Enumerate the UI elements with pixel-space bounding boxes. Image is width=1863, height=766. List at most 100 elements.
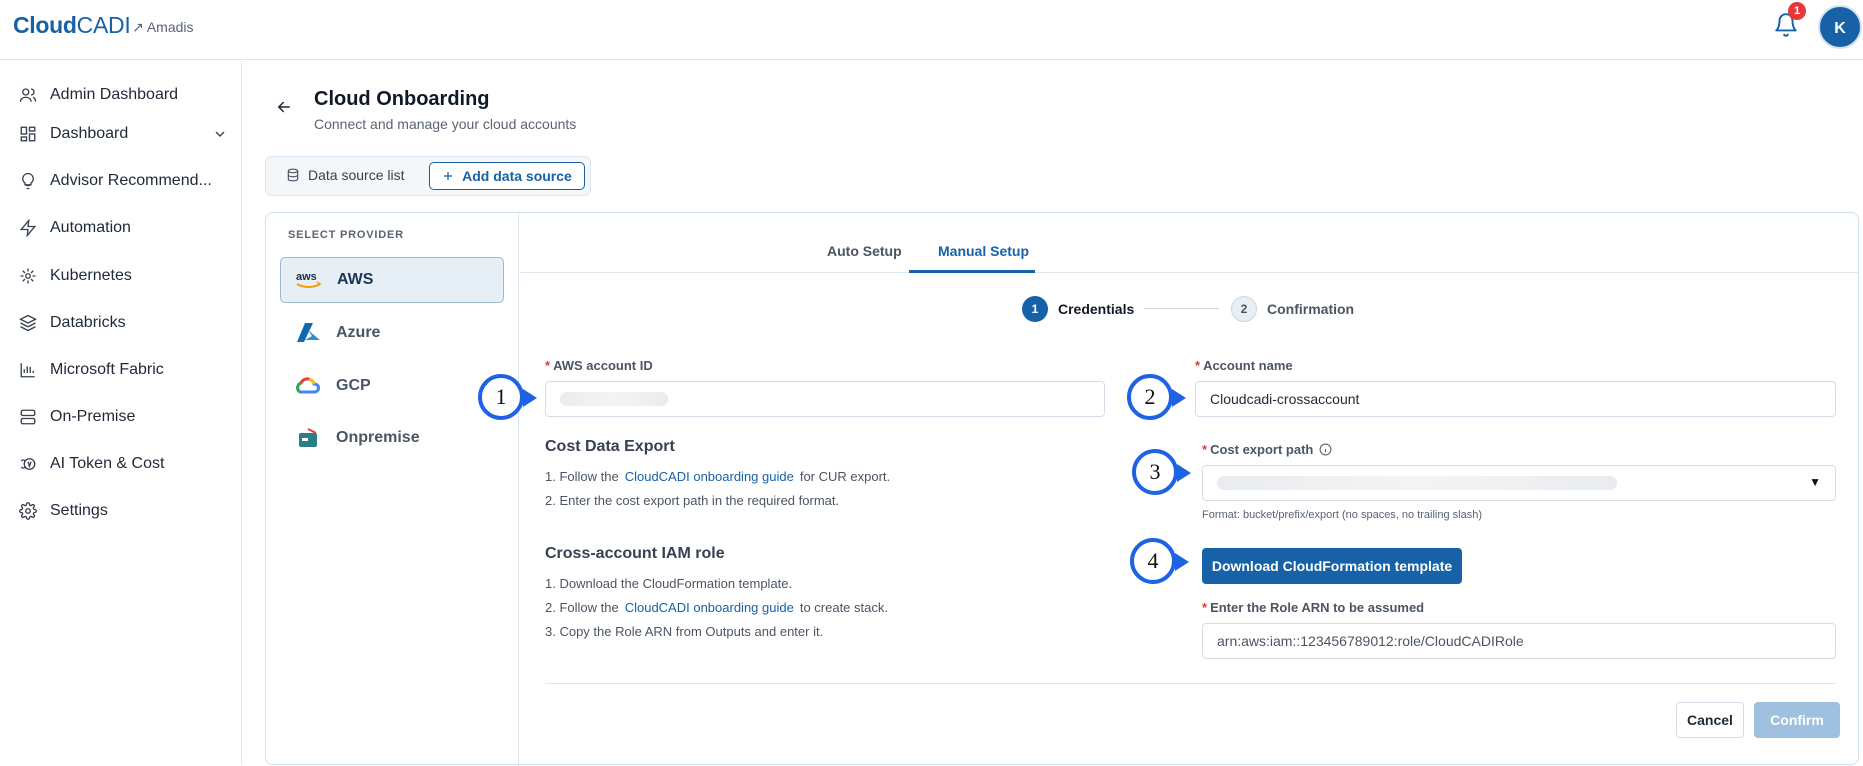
back-arrow-icon[interactable] [275,98,293,116]
list-item: 3. Copy the Role ARN from Outputs and en… [545,624,824,639]
data-source-tabs: Data source list Add data source [265,156,591,196]
list-item: 1. Follow the CloudCADI onboarding guide f… [545,469,891,484]
cost-export-path-select[interactable]: ▼ [1202,465,1836,501]
callout-arrow [1177,464,1191,482]
sidebar-item-label: Settings [50,502,108,519]
provider-label: Onpremise [336,429,420,446]
onboarding-panel: SELECT PROVIDER aws AWS Azure GCP Onprem… [265,212,1859,766]
provider-aws[interactable]: aws AWS [280,257,504,303]
data-source-list-label: Data source list [308,167,405,183]
top-bar: CloudCADI ↗ Amadis 1 K [0,0,1863,60]
bar-chart-icon [18,360,38,380]
sidebar-item-label: Microsoft Fabric [50,361,164,378]
callout-arrow [1175,553,1189,571]
account-name-label: * Account name [1195,358,1293,373]
dropdown-caret-icon[interactable]: ▼ [1809,475,1821,489]
provider-label: GCP [336,377,371,394]
step-credentials: 1 Credentials [1022,296,1134,322]
sidebar-item-kubernetes[interactable]: Kubernetes [18,264,228,288]
brand-logo[interactable]: CloudCADI [13,12,131,39]
list-item: 2. Enter the cost export path in the req… [545,493,840,508]
onboarding-guide-link[interactable]: CloudCADI onboarding guide [625,600,794,615]
cost-data-export-steps: 1. Follow the CloudCADI onboarding guide f… [545,469,890,517]
tab-auto-setup[interactable]: Auto Setup [827,243,902,259]
provider-gcp[interactable]: GCP [280,363,504,409]
sidebar: Admin Dashboard Dashboard Advisor Recomm… [0,61,242,765]
step-confirmation: 2 Confirmation [1231,296,1354,322]
list-item: 2. Follow the CloudCADI onboarding guide t… [545,600,888,615]
organization-link[interactable]: ↗ Amadis [132,19,194,36]
plus-icon [444,172,453,180]
sidebar-item-databricks[interactable]: Databricks [18,311,228,335]
step-number: 2 [1231,296,1257,322]
callout-arrow [1172,389,1186,407]
sidebar-item-label: Databricks [50,314,126,331]
sidebar-item-microsoft-fabric[interactable]: Microsoft Fabric [18,358,228,382]
account-name-input[interactable]: Cloudcadi-crossaccount [1195,381,1836,417]
sidebar-item-label: Dashboard [50,125,129,142]
callout-marker-3: 3 [1132,449,1178,495]
step-label: Credentials [1058,301,1135,317]
cross-account-iam-steps: 1. Download the CloudFormation template.… [545,576,888,648]
add-data-source-label: Add data source [462,168,572,184]
redacted-value [1217,476,1617,490]
grid-icon [18,124,38,144]
provider-azure[interactable]: Azure [280,310,504,356]
sidebar-item-settings[interactable]: Settings [18,499,228,523]
cost-export-path-label: * Cost export path [1202,442,1332,457]
sidebar-item-automation[interactable]: Automation [18,216,228,240]
data-source-list-tab[interactable]: Data source list [286,167,404,183]
active-tab-indicator [909,270,1035,273]
redacted-value [560,392,668,406]
callout-marker-2: 2 [1127,374,1173,420]
step-label: Confirmation [1267,301,1355,317]
download-cloudformation-button[interactable]: Download CloudFormation template [1202,548,1462,584]
sidebar-item-ai-token-cost[interactable]: AI Token & Cost [18,452,228,476]
provider-onpremise[interactable]: Onpremise [280,415,504,461]
stepper-line [1144,308,1219,309]
cost-data-export-title: Cost Data Export [545,438,675,455]
add-data-source-button[interactable]: Add data source [429,162,585,190]
aws-account-id-label: * AWS account ID [545,358,653,373]
azure-logo-icon [294,321,322,345]
cross-account-iam-title: Cross-account IAM role [545,545,725,562]
provider-label: AWS [337,271,374,288]
server-icon [18,407,38,427]
callout-marker-4: 4 [1130,538,1176,584]
svg-text:aws: aws [296,271,317,283]
setup-tabs: Auto Setup Manual Setup [520,213,1858,273]
confirm-button[interactable]: Confirm [1754,702,1840,738]
gear-icon [18,501,38,521]
role-arn-input[interactable]: arn:aws:iam::123456789012:role/CloudCADI… [1202,623,1836,659]
sidebar-item-admin-dashboard[interactable]: Admin Dashboard [18,83,228,107]
sidebar-item-label: AI Token & Cost [50,455,165,472]
helm-icon [18,266,38,286]
sidebar-item-label: Kubernetes [50,267,132,284]
info-icon[interactable] [1319,443,1332,456]
users-icon [18,85,38,105]
onboarding-guide-link[interactable]: CloudCADI onboarding guide [625,469,794,484]
gcp-logo-icon [294,374,322,398]
avatar[interactable]: K [1818,5,1862,49]
provider-heading: SELECT PROVIDER [288,229,404,241]
sidebar-item-advisor[interactable]: Advisor Recommend... [18,169,228,193]
provider-label: Azure [336,324,381,341]
sidebar-item-dashboard[interactable]: Dashboard [18,122,228,146]
callout-arrow [523,389,537,407]
page-title: Cloud Onboarding [314,88,490,110]
sidebar-item-label: Admin Dashboard [50,86,179,103]
tab-manual-setup[interactable]: Manual Setup [938,243,1029,259]
chevron-down-icon[interactable] [212,126,228,142]
cost-export-path-hint: Format: bucket/prefix/export (no spaces,… [1202,509,1483,521]
page-subtitle: Connect and manage your cloud accounts [314,116,577,132]
bulb-icon [18,171,38,191]
sidebar-item-label: Automation [50,219,131,236]
bolt-icon [18,218,38,238]
callout-marker-1: 1 [478,374,524,420]
provider-column: SELECT PROVIDER aws AWS Azure GCP Onprem… [266,213,519,766]
sidebar-item-on-premise[interactable]: On-Premise [18,405,228,429]
onpremise-logo-icon [294,426,322,450]
sidebar-item-label: On-Premise [50,408,136,425]
aws-account-id-input[interactable] [545,381,1105,417]
cancel-button[interactable]: Cancel [1676,702,1744,738]
